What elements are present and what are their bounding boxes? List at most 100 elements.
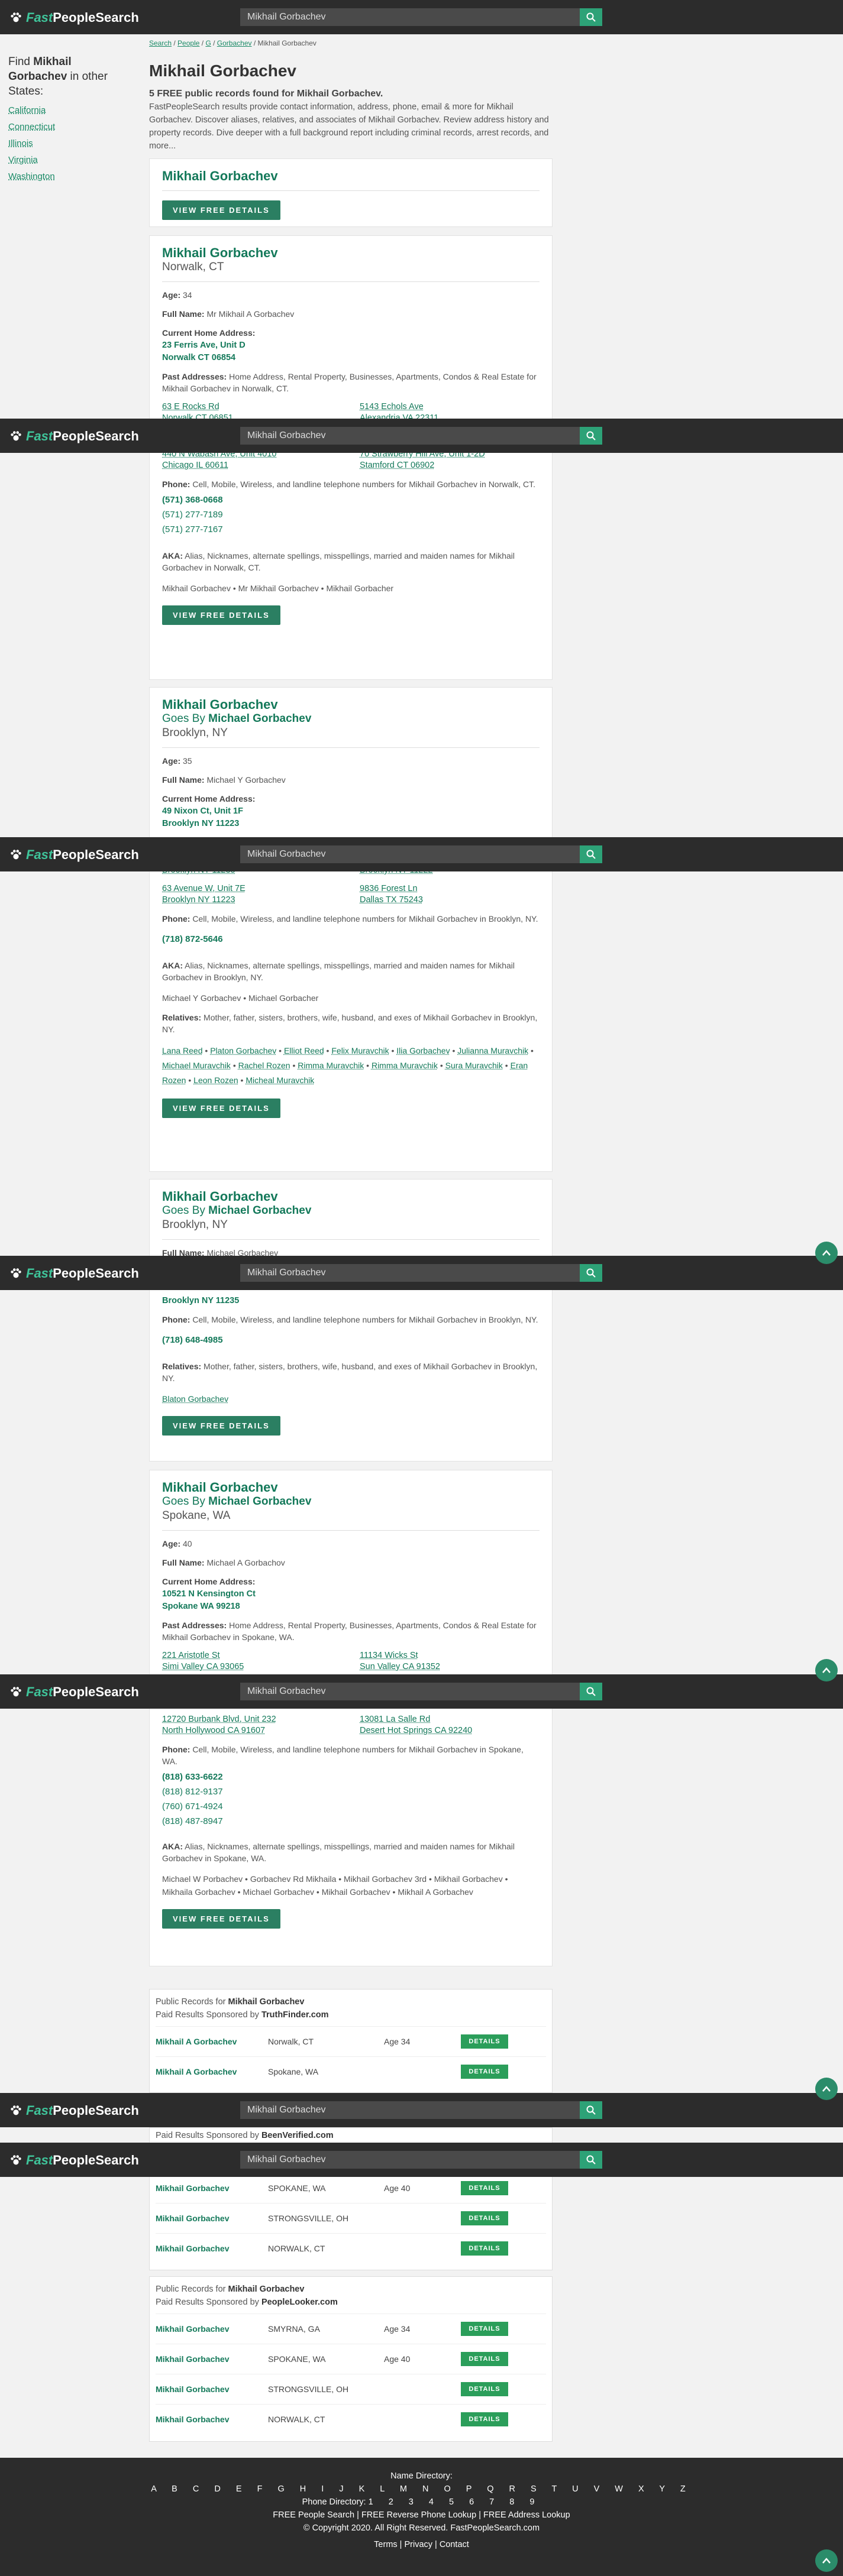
person-name[interactable]: Mikhail Gorbachev [162, 697, 540, 712]
state-link[interactable]: California [8, 105, 133, 115]
person-name[interactable]: Mikhail Gorbachev [162, 1189, 540, 1204]
back-to-top-button[interactable] [815, 1242, 838, 1264]
name-directory-letters[interactable]: A B C D E F G H I J K L M N O P Q R S T … [0, 2483, 843, 2496]
relative-link[interactable]: Lana Reed [162, 1046, 203, 1055]
result-name[interactable]: Mikhail A Gorbachev [156, 2067, 268, 2076]
details-button[interactable]: DETAILS [461, 2412, 508, 2426]
view-details-button[interactable]: VIEW FREE DETAILS [162, 200, 280, 220]
view-details-button[interactable]: VIEW FREE DETAILS [162, 1416, 280, 1436]
breadcrumb-link[interactable]: People [177, 39, 199, 47]
back-to-top-button[interactable] [815, 2549, 838, 2572]
details-button[interactable]: DETAILS [461, 2034, 508, 2049]
search-button[interactable] [580, 8, 602, 26]
site-logo[interactable]: FastPeopleSearch [9, 2103, 139, 2118]
relative-link[interactable]: Leon Rozen [193, 1075, 238, 1085]
search-button[interactable] [580, 1683, 602, 1700]
site-logo[interactable]: FastPeopleSearch [9, 2153, 139, 2168]
details-button[interactable]: DETAILS [461, 2352, 508, 2366]
back-to-top-button[interactable] [815, 2078, 838, 2100]
phone-link[interactable]: (818) 487-8947 [162, 1816, 540, 1826]
past-address-link[interactable]: 13081 La Salle Rd Desert Hot Springs CA 9… [360, 1714, 537, 1736]
relative-link[interactable]: Blaton Gorbachev [162, 1394, 228, 1404]
relative-link[interactable]: Rachel Rozen [238, 1061, 290, 1070]
person-name[interactable]: Mikhail Gorbachev [162, 169, 540, 183]
details-button[interactable]: DETAILS [461, 2065, 508, 2079]
details-button[interactable]: DETAILS [461, 2211, 508, 2225]
current-address[interactable]: 49 Nixon Ct, Unit 1F Brooklyn NY 11223 [162, 806, 243, 828]
search-button[interactable] [580, 845, 602, 863]
search-input[interactable]: Mikhail Gorbachev [240, 2101, 580, 2119]
relative-link[interactable]: Micheal Muravchik [246, 1075, 314, 1085]
search-input[interactable]: Mikhail Gorbachev [240, 1264, 580, 1282]
site-logo[interactable]: FastPeopleSearch [9, 429, 139, 444]
search-input[interactable]: Mikhail Gorbachev [240, 1683, 580, 1700]
details-button[interactable]: DETAILS [461, 2181, 508, 2195]
past-address-link[interactable]: 63 Avenue W, Unit 7E Brooklyn NY 11223 [162, 883, 360, 906]
site-logo[interactable]: FastPeopleSearch [9, 10, 139, 25]
details-button[interactable]: DETAILS [461, 2322, 508, 2336]
search-input[interactable]: Mikhail Gorbachev [240, 8, 580, 26]
current-address[interactable]: 23 Ferris Ave, Unit D Norwalk CT 06854 [162, 341, 246, 362]
view-details-button[interactable]: VIEW FREE DETAILS [162, 1099, 280, 1118]
phone-link[interactable]: (571) 277-7167 [162, 524, 540, 534]
past-address-link[interactable]: 11134 Wicks St Sun Valley CA 91352 [360, 1650, 537, 1673]
current-address[interactable]: 10521 N Kensington Ct Spokane WA 99218 [162, 1589, 256, 1611]
relative-link[interactable]: Rimma Muravchik [298, 1061, 364, 1070]
result-name[interactable]: Mikhail Gorbachev [156, 2384, 268, 2394]
result-name[interactable]: Mikhail Gorbachev [156, 2244, 268, 2253]
legal-links[interactable]: Terms | Privacy | Contact [0, 2538, 843, 2551]
result-name[interactable]: Mikhail Gorbachev [156, 2324, 268, 2334]
relative-link[interactable]: Julianna Muravchik [457, 1046, 528, 1055]
details-button[interactable]: DETAILS [461, 2241, 508, 2256]
search-button[interactable] [580, 427, 602, 445]
search-button[interactable] [580, 2151, 602, 2169]
view-details-button[interactable]: VIEW FREE DETAILS [162, 605, 280, 625]
relative-link[interactable]: Elliot Reed [284, 1046, 324, 1055]
site-logo[interactable]: FastPeopleSearch [9, 1684, 139, 1700]
relative-link[interactable]: Felix Muravchik [331, 1046, 389, 1055]
goes-by: Goes By Michael Gorbachev [162, 1204, 312, 1217]
state-link[interactable]: Virginia [8, 155, 133, 165]
relative-link[interactable]: Ilia Gorbachev [396, 1046, 450, 1055]
phone-link[interactable]: (818) 633-6622 [162, 1772, 540, 1782]
breadcrumb-link[interactable]: G [205, 39, 211, 47]
site-logo[interactable]: FastPeopleSearch [9, 1266, 139, 1281]
breadcrumb-link[interactable]: Search [149, 39, 172, 47]
result-name[interactable]: Mikhail Gorbachev [156, 2415, 268, 2424]
state-link[interactable]: Washington [8, 171, 133, 182]
result-name[interactable]: Mikhail Gorbachev [156, 2183, 268, 2193]
phone-link[interactable]: (818) 812-9137 [162, 1787, 540, 1797]
past-address-link[interactable]: 12720 Burbank Blvd, Unit 232 North Hollyw… [162, 1714, 360, 1736]
search-input[interactable]: Mikhail Gorbachev [240, 845, 580, 863]
search-input[interactable]: Mikhail Gorbachev [240, 427, 580, 445]
past-address-link[interactable]: 9836 Forest Ln Dallas TX 75243 [360, 883, 537, 906]
details-button[interactable]: DETAILS [461, 2382, 508, 2396]
state-link[interactable]: Illinois [8, 138, 133, 148]
relative-link[interactable]: Michael Muravchik [162, 1061, 231, 1070]
current-address[interactable]: Brooklyn NY 11235 [162, 1295, 540, 1307]
view-details-button[interactable]: VIEW FREE DETAILS [162, 1909, 280, 1929]
relative-link[interactable]: Platon Gorbachev [210, 1046, 276, 1055]
phone-link[interactable]: (718) 648-4985 [162, 1335, 540, 1345]
site-logo[interactable]: FastPeopleSearch [9, 847, 139, 863]
result-name[interactable]: Mikhail A Gorbachev [156, 2037, 268, 2046]
phone-directory[interactable]: Phone Directory: 1 2 3 4 5 6 7 8 9 [0, 2496, 843, 2509]
search-button[interactable] [580, 2101, 602, 2119]
relative-link[interactable]: Rimma Muravchik [372, 1061, 438, 1070]
result-name[interactable]: Mikhail Gorbachev [156, 2354, 268, 2364]
search-input[interactable]: Mikhail Gorbachev [240, 2151, 580, 2169]
phone-link[interactable]: (571) 368-0668 [162, 495, 540, 505]
footer-links[interactable]: FREE People Search | FREE Reverse Phone … [0, 2509, 843, 2522]
state-link[interactable]: Connecticut [8, 122, 133, 132]
breadcrumb-link[interactable]: Gorbachev [217, 39, 252, 47]
result-name[interactable]: Mikhail Gorbachev [156, 2214, 268, 2223]
search-button[interactable] [580, 1264, 602, 1282]
past-address-link[interactable]: 221 Aristotle St Simi Valley CA 93065 [162, 1650, 360, 1673]
person-name[interactable]: Mikhail Gorbachev [162, 245, 540, 260]
phone-link[interactable]: (571) 277-7189 [162, 510, 540, 520]
relative-link[interactable]: Sura Muravchik [445, 1061, 503, 1070]
phone-link[interactable]: (718) 872-5646 [162, 934, 540, 944]
phone-link[interactable]: (760) 671-4924 [162, 1801, 540, 1812]
person-name[interactable]: Mikhail Gorbachev [162, 1480, 540, 1495]
back-to-top-button[interactable] [815, 1659, 838, 1681]
